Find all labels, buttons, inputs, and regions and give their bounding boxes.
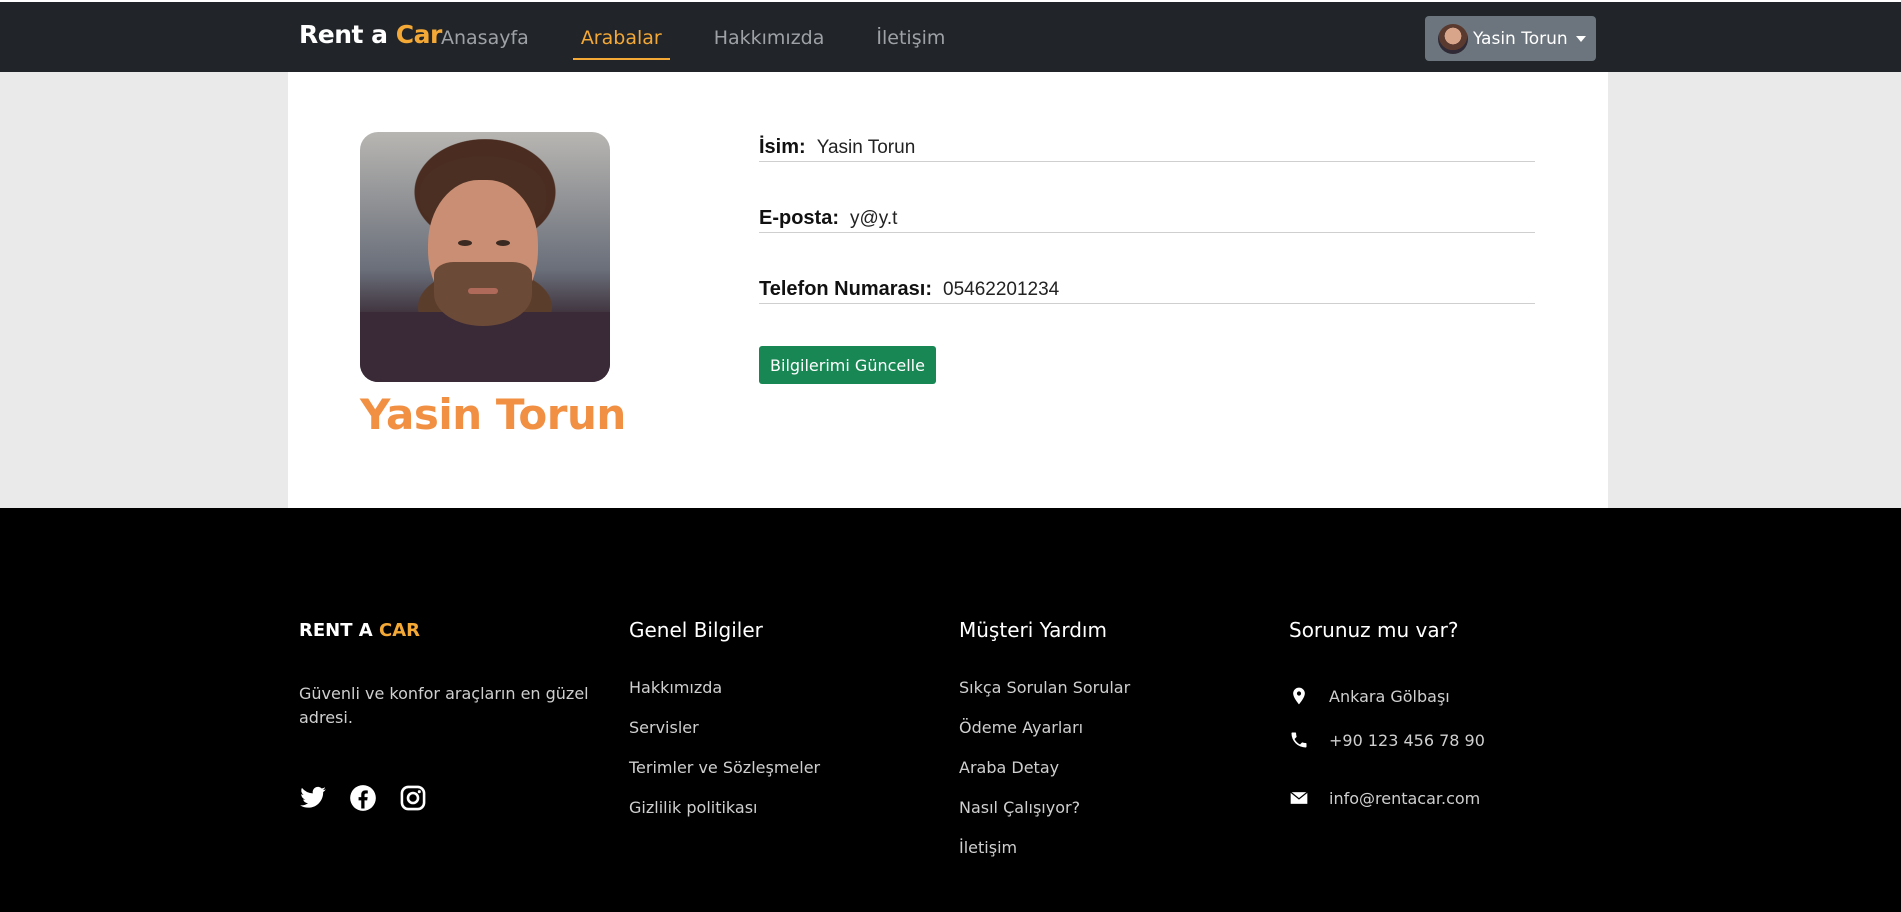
phone-value: 05462201234 <box>943 279 1060 300</box>
contact-address-text: Ankara Gölbaşı <box>1329 686 1450 706</box>
footer-col-title: Müşteri Yardım <box>959 618 1107 642</box>
footer-col-title: Genel Bilgiler <box>629 618 763 642</box>
footer-link[interactable]: Hakkımızda <box>629 678 820 718</box>
photo-eye-right <box>496 240 510 246</box>
footer-link[interactable]: Terimler ve Sözleşmeler <box>629 758 820 798</box>
envelope-icon <box>1290 791 1308 804</box>
phone-label: Telefon Numarası: <box>759 278 932 300</box>
footer-col-support: Müşteri Yardım Sıkça Sorulan Sorular Öde… <box>959 618 1130 878</box>
footer-link[interactable]: Araba Detay <box>959 758 1130 798</box>
email-field: E-posta: y@y.t <box>759 203 1535 233</box>
facebook-icon[interactable] <box>349 784 377 812</box>
social-links <box>299 784 449 812</box>
footer-link[interactable]: Nasıl Çalışıyor? <box>959 798 1130 838</box>
footer-col-title: Sorunuz mu var? <box>1289 618 1459 642</box>
footer-link[interactable]: Ödeme Ayarları <box>959 718 1130 758</box>
profile-photo <box>360 132 610 382</box>
footer: RENT A CAR Güvenli ve konfor araçların e… <box>0 508 1901 912</box>
footer-brand: RENT A CAR <box>299 620 420 641</box>
footer-link[interactable]: İletişim <box>959 838 1130 878</box>
contact-email: info@rentacar.com <box>1289 788 1480 808</box>
footer-col-general: Genel Bilgiler Hakkımızda Servisler Teri… <box>629 618 820 838</box>
user-dropdown-button[interactable]: Yasin Torun <box>1425 16 1596 61</box>
footer-link[interactable]: Gizlilik politikası <box>629 798 820 838</box>
nav-link-arabalar[interactable]: Arabalar <box>572 24 670 60</box>
nav-links: Anasayfa Arabalar Hakkımızda İletişim <box>441 24 989 60</box>
instagram-icon[interactable] <box>399 784 427 812</box>
photo-beard <box>434 262 532 326</box>
photo-eye-left <box>458 240 472 246</box>
phone-icon <box>1291 732 1307 748</box>
name-value: Yasin Torun <box>816 137 916 158</box>
twitter-icon[interactable] <box>299 784 327 812</box>
footer-link[interactable]: Servisler <box>629 718 820 758</box>
email-label: E-posta: <box>759 207 839 229</box>
brand-accent: Car <box>395 20 443 49</box>
contact-phone-text[interactable]: +90 123 456 78 90 <box>1329 731 1485 750</box>
nav-link-hakkimizda[interactable]: Hakkımızda <box>706 24 833 60</box>
name-label: İsim: <box>759 136 806 158</box>
avatar <box>1438 23 1468 54</box>
contact-address: Ankara Gölbaşı <box>1289 686 1450 706</box>
contact-email-text[interactable]: info@rentacar.com <box>1329 789 1480 808</box>
nav-link-iletisim[interactable]: İletişim <box>868 24 953 60</box>
profile-name: Yasin Torun <box>360 390 626 439</box>
chevron-down-icon <box>1575 35 1586 42</box>
update-info-button[interactable]: Bilgilerimi Güncelle <box>759 346 936 384</box>
profile-card: Yasin Torun İsim: Yasin Torun E-posta: y… <box>288 72 1608 508</box>
footer-col-contact: Sorunuz mu var? <box>1289 618 1458 678</box>
email-value: y@y.t <box>850 208 898 229</box>
footer-description: Güvenli ve konfor araçların en güzel adr… <box>299 684 589 727</box>
footer-link[interactable]: Sıkça Sorulan Sorular <box>959 678 1130 718</box>
brand-logo[interactable]: Rent a Car <box>299 20 442 49</box>
name-field: İsim: Yasin Torun <box>759 132 1535 162</box>
navbar: Rent a Car Anasayfa Arabalar Hakkımızda … <box>0 0 1901 72</box>
photo-mouth <box>468 288 498 294</box>
location-pin-icon <box>1293 687 1305 705</box>
phone-field: Telefon Numarası: 05462201234 <box>759 274 1535 304</box>
footer-brand-accent: CAR <box>378 620 420 641</box>
contact-phone: +90 123 456 78 90 <box>1289 730 1485 750</box>
brand-main: Rent a <box>299 20 388 49</box>
user-name: Yasin Torun <box>1473 28 1568 49</box>
nav-link-anasayfa[interactable]: Anasayfa <box>441 24 537 60</box>
footer-brand-main: RENT A <box>299 620 373 641</box>
